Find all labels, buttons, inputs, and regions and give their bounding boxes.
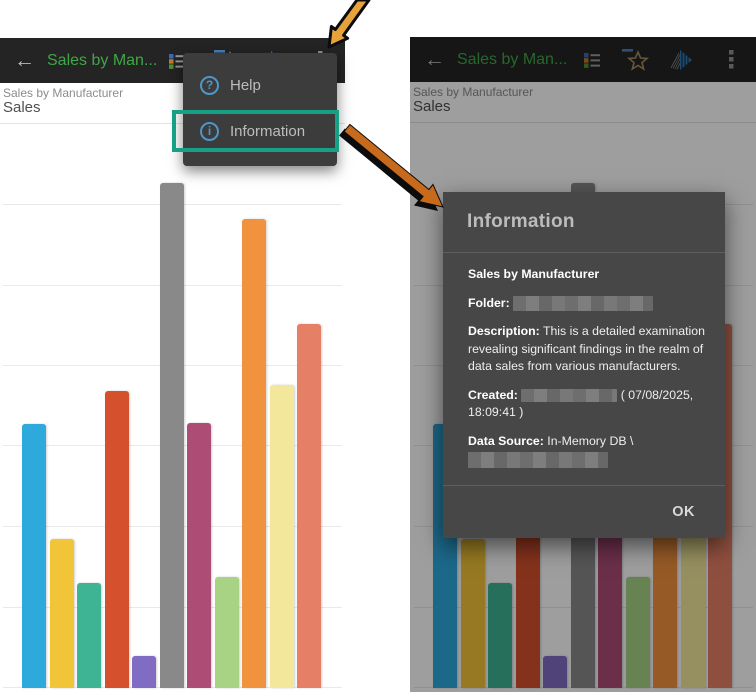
menu-item-help[interactable]: ? Help xyxy=(183,62,337,108)
annotation-highlight-box xyxy=(172,110,339,152)
dialog-title-bar: Information xyxy=(443,192,725,253)
back-icon[interactable]: ← xyxy=(14,50,35,71)
bar-6[interactable] xyxy=(160,183,184,688)
bar-2[interactable] xyxy=(50,539,74,688)
created-label: Created: xyxy=(468,388,518,402)
bar-1[interactable] xyxy=(22,424,46,688)
bar-4[interactable] xyxy=(105,391,129,688)
bar-chart xyxy=(0,123,345,688)
bar-9[interactable] xyxy=(242,219,266,688)
bar-5[interactable] xyxy=(132,656,156,688)
bar-10[interactable] xyxy=(270,385,294,688)
redacted-folder-value xyxy=(513,296,653,311)
dialog-report-name: Sales by Manufacturer xyxy=(468,267,599,281)
bar-11[interactable] xyxy=(297,324,321,688)
report-name: Sales by Manufacturer xyxy=(3,86,123,100)
description-label: Description: xyxy=(468,324,540,338)
dialog-footer: OK xyxy=(443,485,725,538)
datasource-text: In-Memory DB \ xyxy=(547,434,633,448)
bar-8[interactable] xyxy=(215,577,239,688)
redacted-datasource-path xyxy=(468,452,608,468)
ok-button[interactable]: OK xyxy=(672,504,695,520)
bar-3[interactable] xyxy=(77,583,101,688)
redacted-created-user xyxy=(521,389,617,402)
information-dialog: Information Sales by Manufacturer Folder… xyxy=(443,192,725,538)
dialog-title: Information xyxy=(467,211,575,233)
datasource-label: Data Source: xyxy=(468,434,544,448)
report-metric-title: Sales xyxy=(3,99,41,116)
folder-label: Folder: xyxy=(468,296,510,310)
dialog-body: Sales by Manufacturer Folder: Descriptio… xyxy=(443,253,725,485)
bar-7[interactable] xyxy=(187,423,211,688)
page-title: Sales by Man... xyxy=(47,52,157,70)
menu-item-label: Help xyxy=(230,77,261,94)
screenshot-canvas: ← Sales by Man... xyxy=(0,0,756,692)
help-icon: ? xyxy=(200,76,219,95)
